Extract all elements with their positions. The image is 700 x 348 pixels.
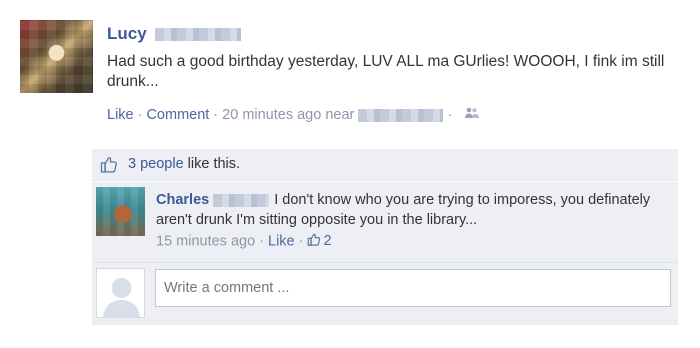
post-author-name[interactable]: Lucy xyxy=(107,24,147,43)
separator: · xyxy=(259,233,264,250)
comment-body: Charles I don't know who you are trying t… xyxy=(156,190,666,230)
near-label: near xyxy=(325,107,355,123)
commenter-avatar[interactable] xyxy=(96,187,145,236)
comment-timestamp[interactable]: 15 minutes ago xyxy=(156,233,255,249)
likes-count-link[interactable]: 3 people xyxy=(128,156,184,172)
separator: · xyxy=(137,107,143,123)
post-author-avatar[interactable] xyxy=(20,20,93,93)
separator: · xyxy=(298,233,304,250)
thumbs-up-icon xyxy=(100,156,118,178)
comment-link[interactable]: Comment xyxy=(146,107,209,123)
separator: · xyxy=(213,107,219,123)
post-meta: Like · Comment · 20 minutes ago near · xyxy=(107,107,480,123)
comment-meta: 15 minutes ago · Like · 2 xyxy=(156,233,332,250)
redacted-location xyxy=(358,108,444,122)
default-avatar-icon xyxy=(96,268,145,318)
thumbs-up-icon xyxy=(307,233,321,250)
comment-item: Charles I don't know who you are trying t… xyxy=(92,182,678,263)
comment-like-count-value: 2 xyxy=(323,233,332,250)
separator: · xyxy=(447,107,453,123)
redacted-surname xyxy=(154,28,241,42)
comment-like-count[interactable]: 2 xyxy=(307,233,332,250)
likes-text: 3 people like this. xyxy=(128,156,240,172)
commenter-name[interactable]: Charles xyxy=(156,192,209,208)
comment-composer xyxy=(92,263,678,325)
post-timestamp[interactable]: 20 minutes ago xyxy=(222,107,321,123)
post-author-line: Lucy xyxy=(107,24,241,44)
likes-suffix: like this. xyxy=(183,156,241,172)
status-text: Had such a good birthday yesterday, LUV … xyxy=(107,53,665,90)
likes-summary: 3 people like this. xyxy=(92,149,678,181)
comment-like-link[interactable]: Like xyxy=(268,233,295,249)
people-icon xyxy=(464,107,480,123)
comment-input[interactable] xyxy=(155,269,671,307)
redacted-surname xyxy=(213,193,270,207)
like-link[interactable]: Like xyxy=(107,107,134,123)
